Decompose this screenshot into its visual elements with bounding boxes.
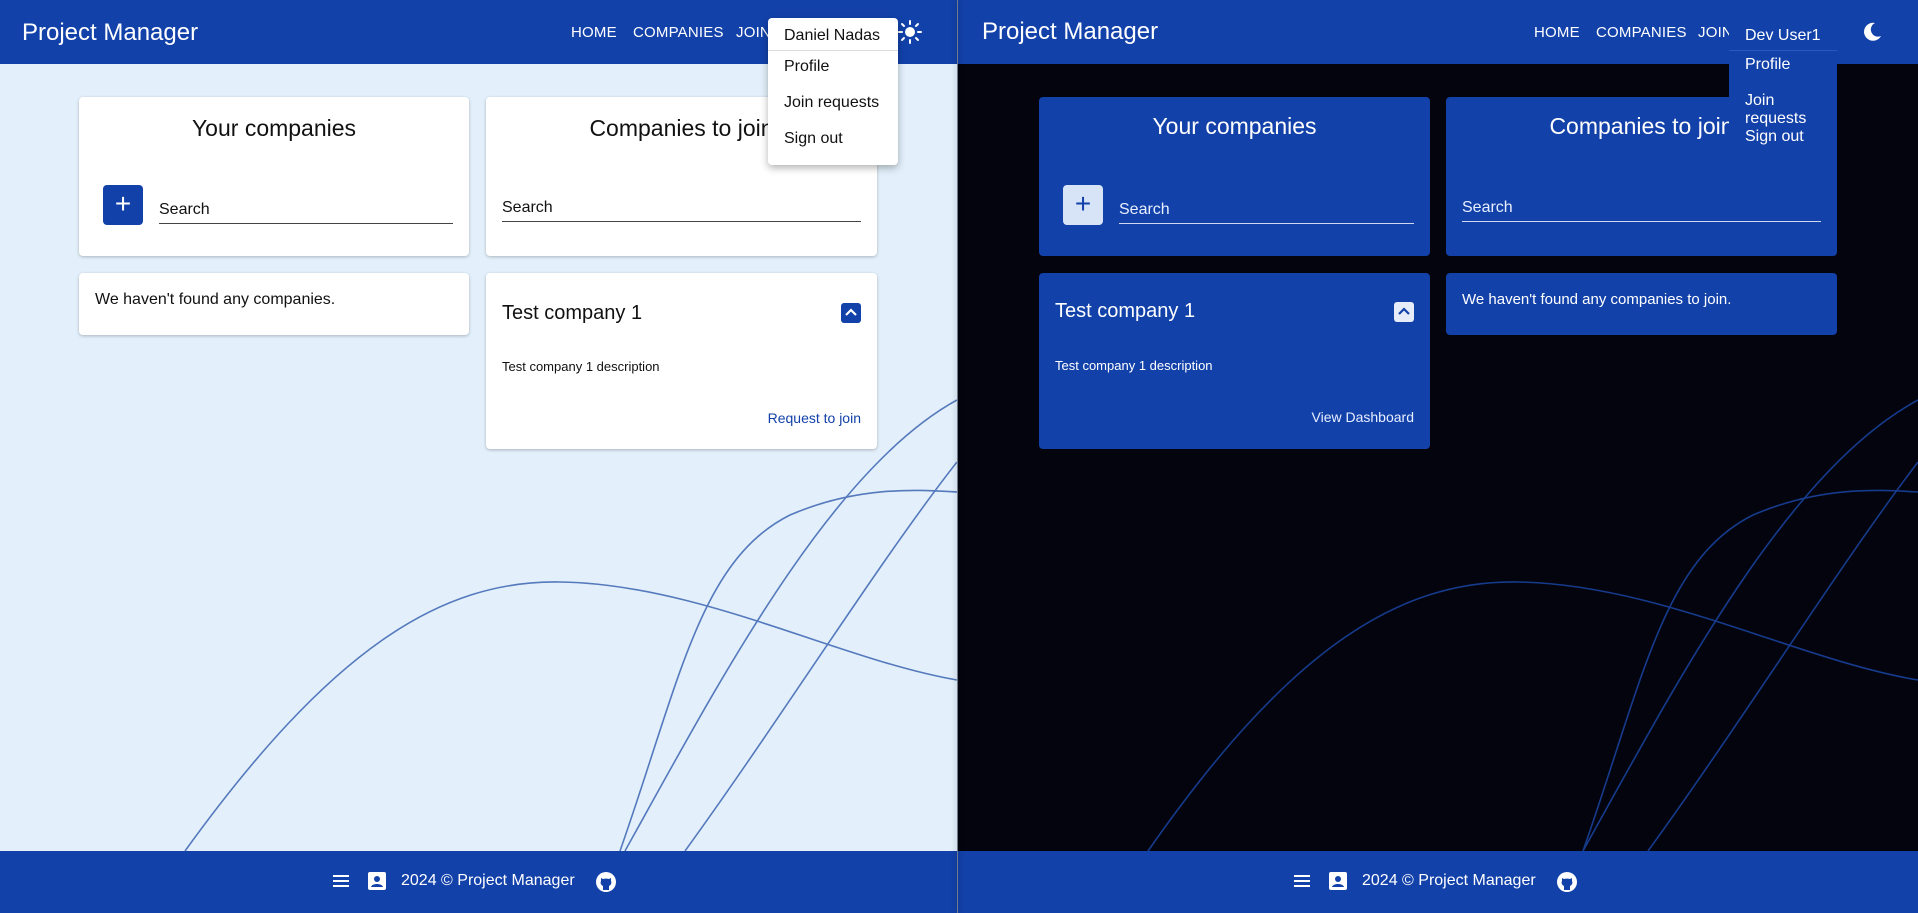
nav-join[interactable]: JOIN bbox=[1698, 24, 1733, 41]
company-card: Test company 1 Test company 1 descriptio… bbox=[486, 273, 877, 449]
nav-join[interactable]: JOIN bbox=[736, 24, 771, 41]
company-name: Test company 1 bbox=[502, 302, 643, 324]
search-placeholder: Search bbox=[502, 199, 553, 216]
search-placeholder: Search bbox=[1462, 199, 1513, 216]
chevron-up-icon[interactable] bbox=[841, 303, 861, 323]
panel-divider bbox=[957, 0, 958, 913]
your-companies-card: Your companies + Search bbox=[1039, 97, 1430, 256]
company-description: Test company 1 description bbox=[1055, 358, 1213, 373]
your-companies-card: Your companies + Search bbox=[79, 97, 469, 256]
menu-item-join-requests[interactable]: Join requests bbox=[784, 94, 879, 112]
dark-theme-panel: Project Manager HOME COMPANIES JOIN Your… bbox=[958, 0, 1918, 913]
empty-companies-card: We haven't found any companies to join. bbox=[1446, 273, 1837, 335]
search-input[interactable]: Search bbox=[159, 195, 453, 224]
user-menu: Daniel Nadas Profile Join requests Sign … bbox=[768, 18, 898, 165]
add-company-button[interactable]: + bbox=[103, 185, 143, 225]
menu-user-name: Dev User1 bbox=[1745, 27, 1821, 44]
request-to-join-button[interactable]: Request to join bbox=[768, 410, 861, 426]
company-description: Test company 1 description bbox=[502, 359, 660, 374]
footer-text: 2024 © Project Manager bbox=[401, 872, 575, 889]
contact-icon[interactable] bbox=[367, 871, 387, 896]
user-menu: Dev User1 Profile Join requests Sign out bbox=[1729, 18, 1837, 165]
search-placeholder: Search bbox=[159, 201, 210, 218]
nav-companies[interactable]: COMPANIES bbox=[1596, 24, 1687, 41]
menu-divider bbox=[768, 50, 898, 51]
add-company-button[interactable]: + bbox=[1063, 185, 1103, 225]
card-title: Your companies bbox=[1152, 113, 1317, 139]
footer: 2024 © Project Manager bbox=[0, 851, 957, 913]
moon-icon[interactable] bbox=[1859, 19, 1885, 45]
menu-item-sign-out[interactable]: Sign out bbox=[784, 130, 843, 148]
search-input[interactable]: Search bbox=[1462, 193, 1821, 222]
card-title: Your companies bbox=[191, 115, 357, 141]
menu-divider bbox=[1729, 50, 1837, 51]
menu-icon[interactable] bbox=[331, 871, 351, 896]
empty-message: We haven't found any companies to join. bbox=[1462, 291, 1732, 308]
light-theme-panel: Project Manager HOME COMPANIES JOIN Your… bbox=[0, 0, 957, 913]
sun-icon[interactable] bbox=[897, 19, 923, 45]
footer-text: 2024 © Project Manager bbox=[1362, 872, 1536, 889]
menu-item-profile[interactable]: Profile bbox=[784, 58, 829, 76]
nav-home[interactable]: HOME bbox=[571, 24, 617, 41]
app-title[interactable]: Project Manager bbox=[22, 19, 198, 47]
github-icon[interactable] bbox=[1556, 871, 1578, 898]
app-title[interactable]: Project Manager bbox=[982, 18, 1158, 46]
empty-companies-card: We haven't found any companies. bbox=[79, 273, 469, 335]
nav-companies[interactable]: COMPANIES bbox=[633, 24, 724, 41]
search-input[interactable]: Search bbox=[1119, 195, 1414, 224]
search-placeholder: Search bbox=[1119, 201, 1170, 218]
search-input[interactable]: Search bbox=[502, 193, 861, 222]
menu-item-profile[interactable]: Profile bbox=[1745, 56, 1790, 74]
menu-item-join-requests[interactable]: Join requests bbox=[1745, 92, 1837, 128]
company-card: Test company 1 Test company 1 descriptio… bbox=[1039, 273, 1430, 449]
nav-home[interactable]: HOME bbox=[1534, 24, 1580, 41]
github-icon[interactable] bbox=[595, 871, 617, 898]
contact-icon[interactable] bbox=[1328, 871, 1348, 896]
chevron-up-icon[interactable] bbox=[1394, 302, 1414, 322]
menu-item-sign-out[interactable]: Sign out bbox=[1745, 128, 1804, 146]
company-name: Test company 1 bbox=[1055, 300, 1196, 322]
empty-message: We haven't found any companies. bbox=[95, 291, 336, 308]
menu-icon[interactable] bbox=[1292, 871, 1312, 896]
view-dashboard-button[interactable]: View Dashboard bbox=[1312, 409, 1414, 425]
menu-user-name: Daniel Nadas bbox=[784, 27, 881, 44]
footer: 2024 © Project Manager bbox=[958, 851, 1918, 913]
